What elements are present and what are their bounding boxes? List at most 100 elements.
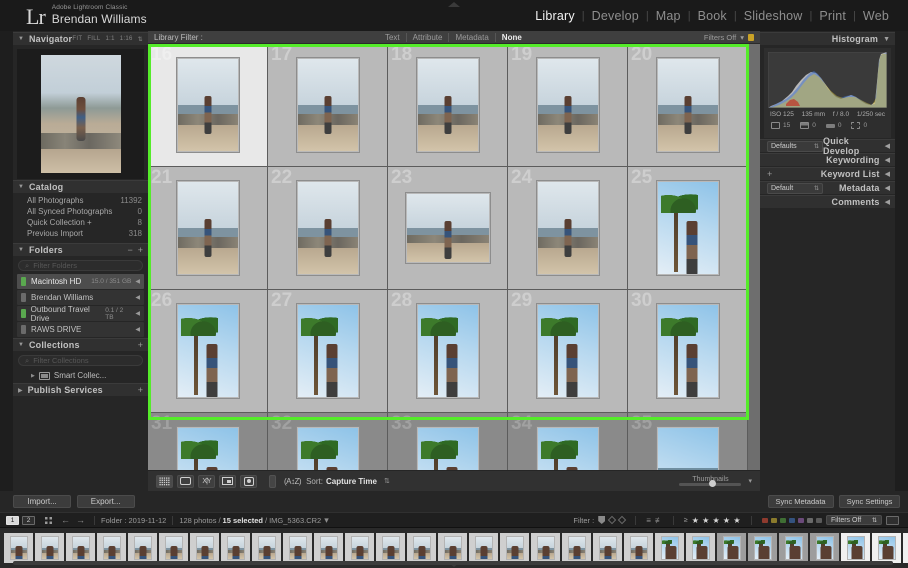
folder-item[interactable]: Outbound Travel Drive 0.1 / 2 TB ◀ xyxy=(17,305,144,323)
right-panel-edge[interactable] xyxy=(895,31,908,491)
metadata-preset-dropdown[interactable]: Default ⇅ xyxy=(767,182,823,194)
filmstrip-cell[interactable] xyxy=(283,533,312,563)
filmstrip-cell[interactable] xyxy=(407,533,436,563)
comments-header[interactable]: Comments ◀ xyxy=(760,195,895,208)
collapse-arrow-icon[interactable]: ◀ xyxy=(135,278,140,285)
grid-cell[interactable]: 30 xyxy=(628,290,748,413)
grid-cell[interactable]: 20 xyxy=(628,44,748,167)
disclosure-triangle-icon[interactable]: ▼ xyxy=(18,184,24,190)
filmstrip-cell[interactable] xyxy=(314,533,343,563)
filmstrip-cell[interactable] xyxy=(779,533,808,563)
zoom-option-1to16[interactable]: 1:16 xyxy=(120,36,133,42)
color-label-swatches[interactable] xyxy=(762,517,822,523)
grid-cell[interactable]: 26 xyxy=(148,290,268,413)
filmstrip-cell[interactable] xyxy=(500,533,529,563)
grid-cell[interactable]: 34 xyxy=(508,413,628,478)
filmstrip-cell[interactable] xyxy=(252,533,281,563)
quick-develop-preset-dropdown[interactable]: Defaults ⇅ xyxy=(767,140,823,152)
filmstrip-cell[interactable] xyxy=(872,533,901,563)
filmstrip-cell[interactable] xyxy=(345,533,374,563)
photo-thumbnail[interactable] xyxy=(404,192,491,264)
filmstrip-cell[interactable] xyxy=(97,533,126,563)
rating-stars[interactable]: ★ ★ ★ ★ ★ xyxy=(692,516,741,525)
disclosure-triangle-icon[interactable]: ▼ xyxy=(18,342,24,348)
filmstrip-cell[interactable] xyxy=(190,533,219,563)
navigator-zoom-options[interactable]: FIT FILL 1:1 1:16 ⇅ xyxy=(72,36,143,43)
rating-operator-icon[interactable]: ≥ xyxy=(684,517,688,524)
painter-icon[interactable] xyxy=(269,474,276,488)
grid-cell[interactable]: 17 xyxy=(268,44,388,167)
survey-view-button[interactable] xyxy=(219,474,236,488)
library-filter-status[interactable]: Filters Off ▾ xyxy=(704,33,754,42)
module-print[interactable]: Print xyxy=(812,9,853,23)
filmstrip-cell[interactable] xyxy=(655,533,684,563)
publish-services-header[interactable]: ▶ Publish Services + xyxy=(13,383,148,396)
disclosure-triangle-icon[interactable]: ▼ xyxy=(18,36,24,42)
disclosure-triangle-icon[interactable]: ◀ xyxy=(885,170,890,178)
add-publish-service-button[interactable]: + xyxy=(138,385,143,395)
top-panel-toggle-arrow[interactable] xyxy=(448,2,460,7)
people-view-button[interactable] xyxy=(240,474,257,488)
loupe-view-button[interactable] xyxy=(177,474,194,488)
photo-thumbnail[interactable] xyxy=(655,180,720,276)
library-filter-tab-metadata[interactable]: Metadata xyxy=(448,32,494,42)
catalog-item[interactable]: Quick Collection + 8 xyxy=(13,217,148,228)
sync-settings-button[interactable]: Sync Settings xyxy=(838,495,901,508)
grid-cell[interactable]: 28 xyxy=(388,290,508,413)
thumbnail-size-control[interactable]: Thumbnails xyxy=(679,476,742,487)
module-web[interactable]: Web xyxy=(856,9,896,23)
back-arrow-icon[interactable]: ← xyxy=(61,515,70,525)
library-filter-tab-attribute[interactable]: Attribute xyxy=(405,32,449,42)
disclosure-triangle-icon[interactable]: ▶ xyxy=(31,373,35,379)
monitor-1-button[interactable]: 1 xyxy=(6,515,19,525)
grid-view-button[interactable] xyxy=(156,474,173,488)
library-filter-tab-text[interactable]: Text xyxy=(379,33,406,42)
zoom-stepper-icon[interactable]: ⇅ xyxy=(138,36,143,43)
photo-thumbnail[interactable] xyxy=(535,303,600,399)
filters-preset-dropdown[interactable]: Filters Off ⇅ xyxy=(826,515,882,525)
filmstrip-cell[interactable] xyxy=(4,533,33,563)
navigator-preview[interactable] xyxy=(17,49,144,179)
collection-item-smart[interactable]: ▶ Smart Collec... xyxy=(17,369,144,382)
grid-cell[interactable]: 24 xyxy=(508,167,628,290)
disclosure-triangle-icon[interactable]: ▶ xyxy=(18,387,23,394)
grid-cell[interactable]: 19 xyxy=(508,44,628,167)
monitor-2-button[interactable]: 2 xyxy=(22,515,35,525)
filmstrip-cell[interactable] xyxy=(903,533,908,563)
compare-view-button[interactable]: X|Y xyxy=(198,474,215,488)
photo-thumbnail[interactable] xyxy=(295,303,360,399)
thumbnail-size-slider[interactable] xyxy=(679,480,742,487)
catalog-item[interactable]: All Photographs 11392 xyxy=(13,195,148,206)
filmstrip-cell[interactable] xyxy=(717,533,746,563)
filmstrip-cell[interactable] xyxy=(128,533,157,563)
filmstrip-cell[interactable] xyxy=(438,533,467,563)
chevron-down-icon[interactable]: ▾ xyxy=(740,33,744,42)
filmstrip-cell[interactable] xyxy=(35,533,64,563)
sort-value[interactable]: Capture Time xyxy=(326,477,377,486)
module-develop[interactable]: Develop xyxy=(585,9,646,23)
catalog-item[interactable]: All Synced Photographs 0 xyxy=(13,206,148,217)
collection-filter-input[interactable]: ⌕ Filter Collections xyxy=(18,355,143,366)
filmstrip-cell[interactable] xyxy=(810,533,839,563)
photo-thumbnail[interactable] xyxy=(295,57,360,153)
source-label[interactable]: Folder : 2019-11-12 xyxy=(101,516,166,525)
metadata-header[interactable]: Default ⇅ Metadata ◀ xyxy=(760,181,895,194)
sort-ascending-icon[interactable]: ≡ xyxy=(646,516,651,525)
folders-header[interactable]: ▼ Folders − + xyxy=(13,243,148,256)
file-dropdown-icon[interactable]: ▾ xyxy=(324,515,329,526)
filmstrip-cell[interactable] xyxy=(469,533,498,563)
photo-thumbnail[interactable] xyxy=(535,57,600,153)
collapse-arrow-icon[interactable]: ◀ xyxy=(135,310,140,317)
grid-view-icon[interactable] xyxy=(44,515,53,525)
photo-thumbnail[interactable] xyxy=(175,57,240,153)
slider-knob[interactable] xyxy=(709,480,717,487)
filmstrip-cell[interactable] xyxy=(624,533,653,563)
photo-thumbnail[interactable] xyxy=(175,180,240,276)
add-folder-button[interactable]: + xyxy=(138,245,143,255)
export-button[interactable]: Export... xyxy=(76,495,135,508)
photo-thumbnail[interactable] xyxy=(655,303,720,399)
grid-cell[interactable]: 27 xyxy=(268,290,388,413)
collapse-arrow-icon[interactable]: ◀ xyxy=(135,326,140,333)
disclosure-triangle-icon[interactable]: ◀ xyxy=(885,198,890,206)
forward-arrow-icon[interactable]: → xyxy=(76,515,85,525)
